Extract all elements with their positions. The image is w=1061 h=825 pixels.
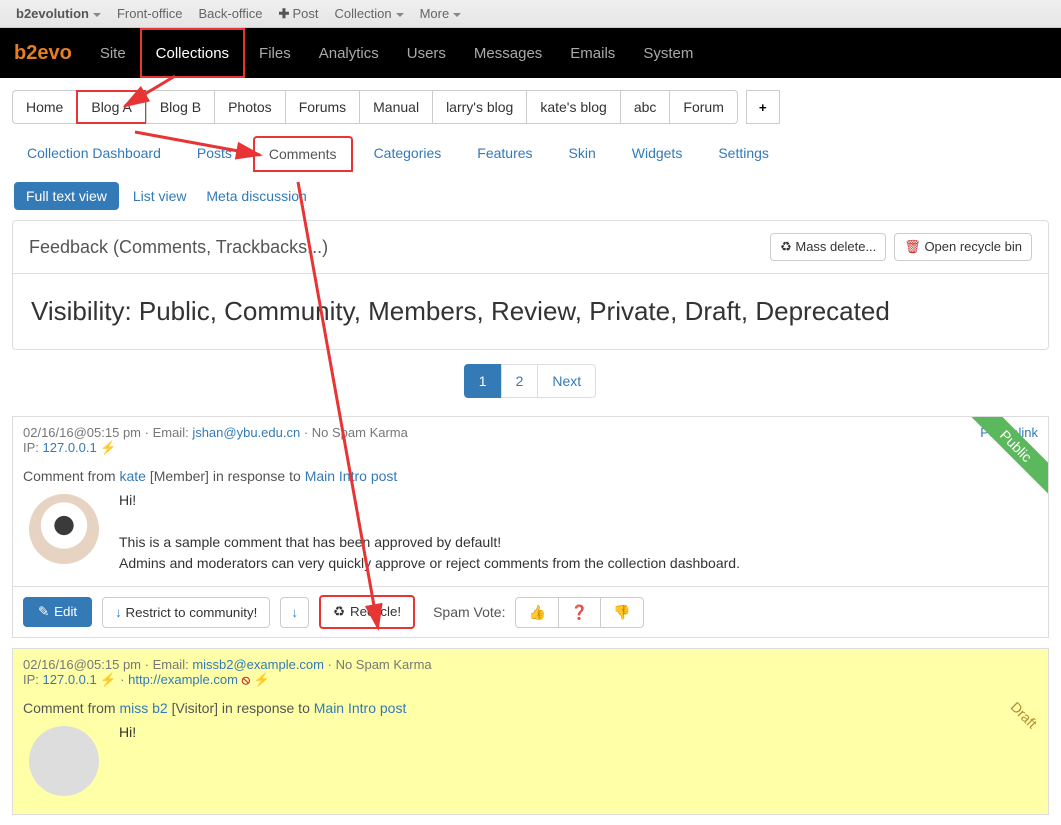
mass-delete-button[interactable]: ♻ Mass delete... — [770, 233, 886, 261]
nav-users[interactable]: Users — [393, 28, 460, 78]
coll-manual[interactable]: Manual — [359, 90, 433, 124]
nav-analytics[interactable]: Analytics — [305, 28, 393, 78]
bolt-icon: ⚡ — [254, 672, 270, 687]
coll-kates-blog[interactable]: kate's blog — [526, 90, 621, 124]
comment-text: Hi! — [119, 720, 136, 802]
tab-settings[interactable]: Settings — [703, 136, 784, 172]
caret-icon — [93, 13, 101, 17]
bolt-icon: ⚡ — [100, 440, 116, 455]
spam-vote-group: 👍 ❓ 👎 — [515, 597, 643, 628]
caret-icon — [396, 13, 404, 17]
tab-skin[interactable]: Skin — [554, 136, 611, 172]
demote-button[interactable]: ↓ — [280, 597, 309, 628]
brand-dropdown[interactable]: b2evolution — [8, 6, 109, 21]
coll-blog-a[interactable]: Blog A — [76, 90, 146, 124]
email-link[interactable]: jshan@ybu.edu.cn — [192, 425, 300, 440]
comment-from-line: Comment from miss b2 [Visitor] in respon… — [23, 700, 1038, 716]
meta-discussion-link[interactable]: Meta discussion — [206, 188, 306, 204]
avatar[interactable] — [29, 726, 99, 796]
author-link[interactable]: kate — [119, 468, 145, 484]
comment-from-line: Comment from kate [Member] in response t… — [23, 468, 1038, 484]
post-link[interactable]: Main Intro post — [305, 468, 398, 484]
tab-posts[interactable]: Posts — [182, 136, 247, 172]
url-link[interactable]: http://example.com — [128, 672, 238, 687]
vote-up[interactable]: 👍 — [515, 597, 558, 628]
vote-neutral[interactable]: ❓ — [558, 597, 601, 628]
ban-icon[interactable]: ⦸ — [242, 672, 250, 687]
collection-selector-row: Home Blog A Blog B Photos Forums Manual … — [0, 78, 1061, 136]
nav-collections[interactable]: Collections — [140, 28, 245, 78]
comment-item: Public Permalink 02/16/16@05:15 pm · Ema… — [12, 416, 1049, 638]
post-link[interactable]: Main Intro post — [314, 700, 407, 716]
panel-title: Feedback (Comments, Trackbacks...) — [29, 237, 328, 258]
logo[interactable]: b2evo — [0, 42, 86, 65]
top-bar: b2evolution Front-office Back-office ✚Po… — [0, 0, 1061, 28]
topbar-back-office[interactable]: Back-office — [190, 6, 270, 21]
author-link[interactable]: miss b2 — [119, 700, 167, 716]
tab-dashboard[interactable]: Collection Dashboard — [12, 136, 176, 172]
coll-forums[interactable]: Forums — [285, 90, 360, 124]
nav-emails[interactable]: Emails — [556, 28, 629, 78]
comment-meta: Permalink 02/16/16@05:15 pm · Email: jsh… — [13, 417, 1048, 464]
add-collection-button[interactable]: + — [746, 90, 780, 124]
comment-text: Hi! This is a sample comment that has be… — [119, 488, 740, 574]
collection-tabs: Collection Dashboard Posts Comments Cate… — [0, 136, 1061, 172]
coll-forum[interactable]: Forum — [669, 90, 737, 124]
page-1[interactable]: 1 — [464, 364, 502, 398]
ip-link[interactable]: 127.0.0.1 — [43, 672, 97, 687]
tab-categories[interactable]: Categories — [359, 136, 457, 172]
list-view-link[interactable]: List view — [133, 188, 187, 204]
coll-abc[interactable]: abc — [620, 90, 671, 124]
nav-messages[interactable]: Messages — [460, 28, 556, 78]
topbar-post[interactable]: ✚Post — [271, 6, 327, 22]
topbar-front-office[interactable]: Front-office — [109, 6, 191, 21]
feedback-panel: Feedback (Comments, Trackbacks...) ♻ Mas… — [12, 220, 1049, 350]
main-nav: b2evo Site Collections Files Analytics U… — [0, 28, 1061, 78]
page-next[interactable]: Next — [537, 364, 596, 398]
ip-link[interactable]: 127.0.0.1 — [43, 440, 97, 455]
caret-icon — [453, 13, 461, 17]
visibility-filter-text: Visibility: Public, Community, Members, … — [31, 296, 1030, 327]
trash-icon: 🗑 — [904, 239, 921, 254]
nav-system[interactable]: System — [629, 28, 707, 78]
pagination: 1 2 Next — [0, 364, 1061, 398]
nav-files[interactable]: Files — [245, 28, 305, 78]
full-text-view-button[interactable]: Full text view — [14, 182, 119, 210]
tab-comments[interactable]: Comments — [253, 136, 353, 172]
tab-features[interactable]: Features — [462, 136, 547, 172]
plus-icon: ✚ — [279, 6, 290, 21]
coll-home[interactable]: Home — [12, 90, 77, 124]
spam-vote-label: Spam Vote: — [433, 604, 505, 620]
comment-item: Draft 02/16/16@05:15 pm · Email: missb2@… — [12, 648, 1049, 815]
bolt-icon: ⚡ — [100, 672, 116, 687]
down-arrow-icon: ↓ — [115, 605, 122, 620]
down-arrow-icon: ↓ — [291, 605, 298, 620]
coll-photos[interactable]: Photos — [214, 90, 286, 124]
coll-blog-b[interactable]: Blog B — [146, 90, 215, 124]
open-recycle-bin-button[interactable]: 🗑 Open recycle bin — [894, 233, 1032, 261]
comment-toolbar: Edit ↓ Restrict to community! ↓ Recycle!… — [13, 586, 1048, 637]
recycle-button[interactable]: Recycle! — [319, 595, 415, 629]
page-2[interactable]: 2 — [501, 364, 539, 398]
topbar-collection[interactable]: Collection — [326, 6, 411, 21]
recycle-icon: ♻ — [780, 239, 792, 254]
nav-site[interactable]: Site — [86, 28, 140, 78]
comment-meta: 02/16/16@05:15 pm · Email: missb2@exampl… — [13, 649, 1048, 696]
coll-larrys-blog[interactable]: larry's blog — [432, 90, 527, 124]
restrict-button[interactable]: ↓ Restrict to community! — [102, 597, 270, 628]
tab-widgets[interactable]: Widgets — [617, 136, 698, 172]
email-link[interactable]: missb2@example.com — [192, 657, 324, 672]
avatar[interactable] — [29, 494, 99, 564]
topbar-more[interactable]: More — [412, 6, 470, 21]
vote-down[interactable]: 👎 — [600, 597, 643, 628]
edit-button[interactable]: Edit — [23, 597, 92, 627]
view-switch-row: Full text view List view Meta discussion — [0, 172, 1061, 220]
